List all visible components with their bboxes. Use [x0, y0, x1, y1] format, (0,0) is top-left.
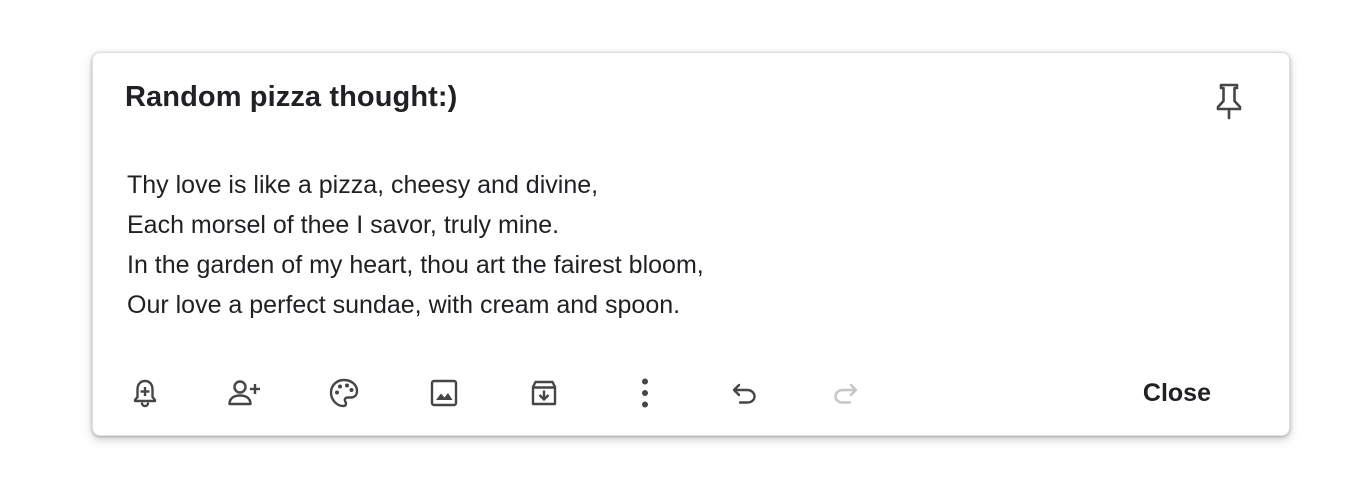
undo-button[interactable] — [720, 368, 770, 418]
redo-button[interactable] — [820, 368, 870, 418]
more-options-button[interactable] — [620, 368, 670, 418]
note-title[interactable]: Random pizza thought:) — [125, 79, 1185, 115]
more-vert-icon — [640, 377, 650, 409]
pin-icon — [1214, 81, 1244, 121]
note-toolbar: Close — [93, 368, 1289, 418]
archive-button[interactable] — [519, 368, 569, 418]
add-reminder-icon — [131, 378, 159, 408]
note-line: In the garden of my heart, thou art the … — [127, 251, 704, 279]
redo-icon — [831, 381, 859, 405]
remind-me-button[interactable] — [120, 368, 170, 418]
add-image-button[interactable] — [419, 368, 469, 418]
palette-icon — [328, 377, 360, 409]
note-line: Thy love is like a pizza, cheesy and div… — [127, 171, 599, 199]
pin-button[interactable] — [1205, 77, 1253, 125]
note-line: Each morsel of thee I savor, truly mine. — [127, 211, 560, 239]
add-collaborator-icon — [227, 378, 261, 408]
undo-icon — [731, 381, 759, 405]
collaborator-button[interactable] — [219, 368, 269, 418]
close-button[interactable]: Close — [1135, 375, 1219, 411]
note-line: Our love a perfect sundae, with cream an… — [127, 291, 681, 319]
note-editor: Random pizza thought:) Thy love is like … — [92, 52, 1290, 436]
note-body[interactable]: Thy love is like a pizza, cheesy and div… — [127, 165, 1227, 325]
background-options-button[interactable] — [319, 368, 369, 418]
archive-icon — [529, 378, 559, 408]
image-icon — [429, 378, 459, 408]
